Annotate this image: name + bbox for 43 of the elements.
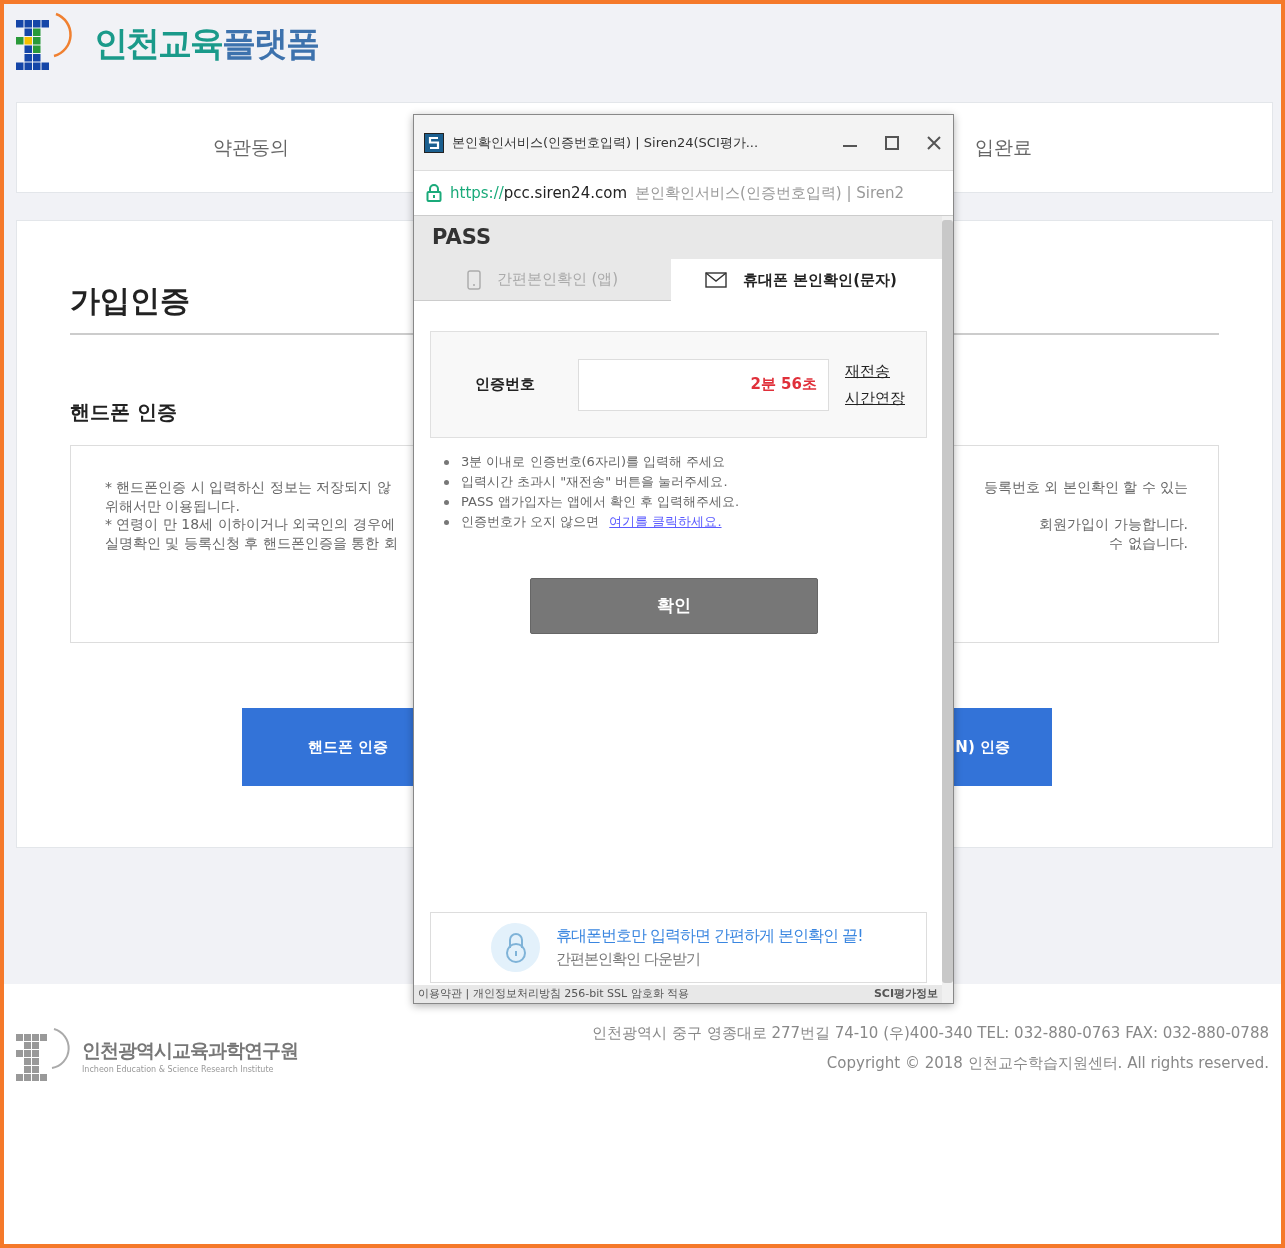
notice-text: * 연령이 만 18세 이하이거나 외국인의 경우에 <box>105 515 395 534</box>
field-label: 인증번호 <box>475 374 536 396</box>
banner-subtext: 간편본인확인 다운받기 <box>556 949 701 971</box>
org-name: 인천광역시교육과학연구원 <box>82 1037 298 1063</box>
copyright-text: Copyright © 2018 인천교수학습지원센터. All rights reserved. <box>825 1052 1269 1074</box>
notice-text: * 핸드폰인증 시 입력하신 정보는 저장되지 않 <box>105 478 391 497</box>
page-title-text: 본인확인서비스(인증번호입력) | Siren2 <box>635 182 905 204</box>
notice-text: 실명확인 및 등록신청 후 핸드폰인증을 통한 회 <box>105 533 398 552</box>
footer-links[interactable]: 이용약관 | 개인정보처리방침 256-bit SSL 암호화 적용 <box>418 985 690 1003</box>
scrollbar[interactable] <box>942 216 953 1003</box>
note-text: PASS 앱가입자는 앱에서 확인 후 입력해주세요. <box>461 493 740 511</box>
resend-link[interactable]: 재전송 <box>845 360 905 383</box>
bullet-icon <box>444 460 449 465</box>
note-text: 인증번호가 오지 않으면 여기를 클릭하세요. <box>461 513 722 531</box>
note-text: 3분 이내로 인증번호(6자리)를 입력해 주세요 <box>461 453 726 471</box>
org-subtitle: Incheon Education & Science Research Institute <box>82 1064 275 1077</box>
window-title: 본인확인서비스(인증번호입력) | Siren24(SCI평가... <box>452 133 760 152</box>
site-logo-title[interactable]: 인천교육플랫폼 <box>94 17 318 69</box>
note-text: 입력시간 초과시 "재전송" 버튼을 눌러주세요. <box>461 473 728 491</box>
notice-text: 회원가입이 가능합니다. <box>1039 515 1188 534</box>
step-label: 약관동의 <box>213 135 289 161</box>
banner-headline: 휴대폰번호만 입력하면 간편하게 본인확인 끝! <box>556 925 863 948</box>
section-title: 핸드폰 인증 <box>70 399 177 426</box>
step-label: 입완료 <box>975 135 1032 161</box>
confirm-button[interactable]: 확인 <box>530 578 818 634</box>
bullet-icon <box>444 500 449 505</box>
notice-text: 위해서만 이용됩니다. <box>105 496 240 515</box>
code-input-field[interactable]: 2분 56초 <box>578 358 829 411</box>
padlock-icon <box>491 923 540 972</box>
bullet-icon <box>444 480 449 485</box>
extend-time-link[interactable]: 시간연장 <box>845 386 905 409</box>
promo-banner[interactable]: 휴대폰번호만 입력하면 간편하게 본인확인 끝! 간편본인확인 다운받기 <box>430 912 927 983</box>
brand-name: PASS <box>432 223 492 251</box>
phone-icon <box>466 268 481 291</box>
help-link[interactable]: 여기를 클릭하세요. <box>609 514 722 529</box>
notice-text: 등록번호 외 본인확인 할 수 있는 <box>983 478 1188 497</box>
footer-brand: SCI평가정보 <box>873 986 938 1002</box>
notice-text: 수 없습니다. <box>1109 533 1188 552</box>
lock-icon <box>426 181 442 205</box>
bullet-icon <box>444 520 449 525</box>
app-icon <box>424 132 444 153</box>
address-text: 인천광역시 중구 영종대로 277번길 74-10 (우)400-340 TEL: 032-880-0763 FAX: 032-880-0788 <box>592 1023 1269 1044</box>
url-text: https://pcc.siren24.com <box>450 182 627 204</box>
